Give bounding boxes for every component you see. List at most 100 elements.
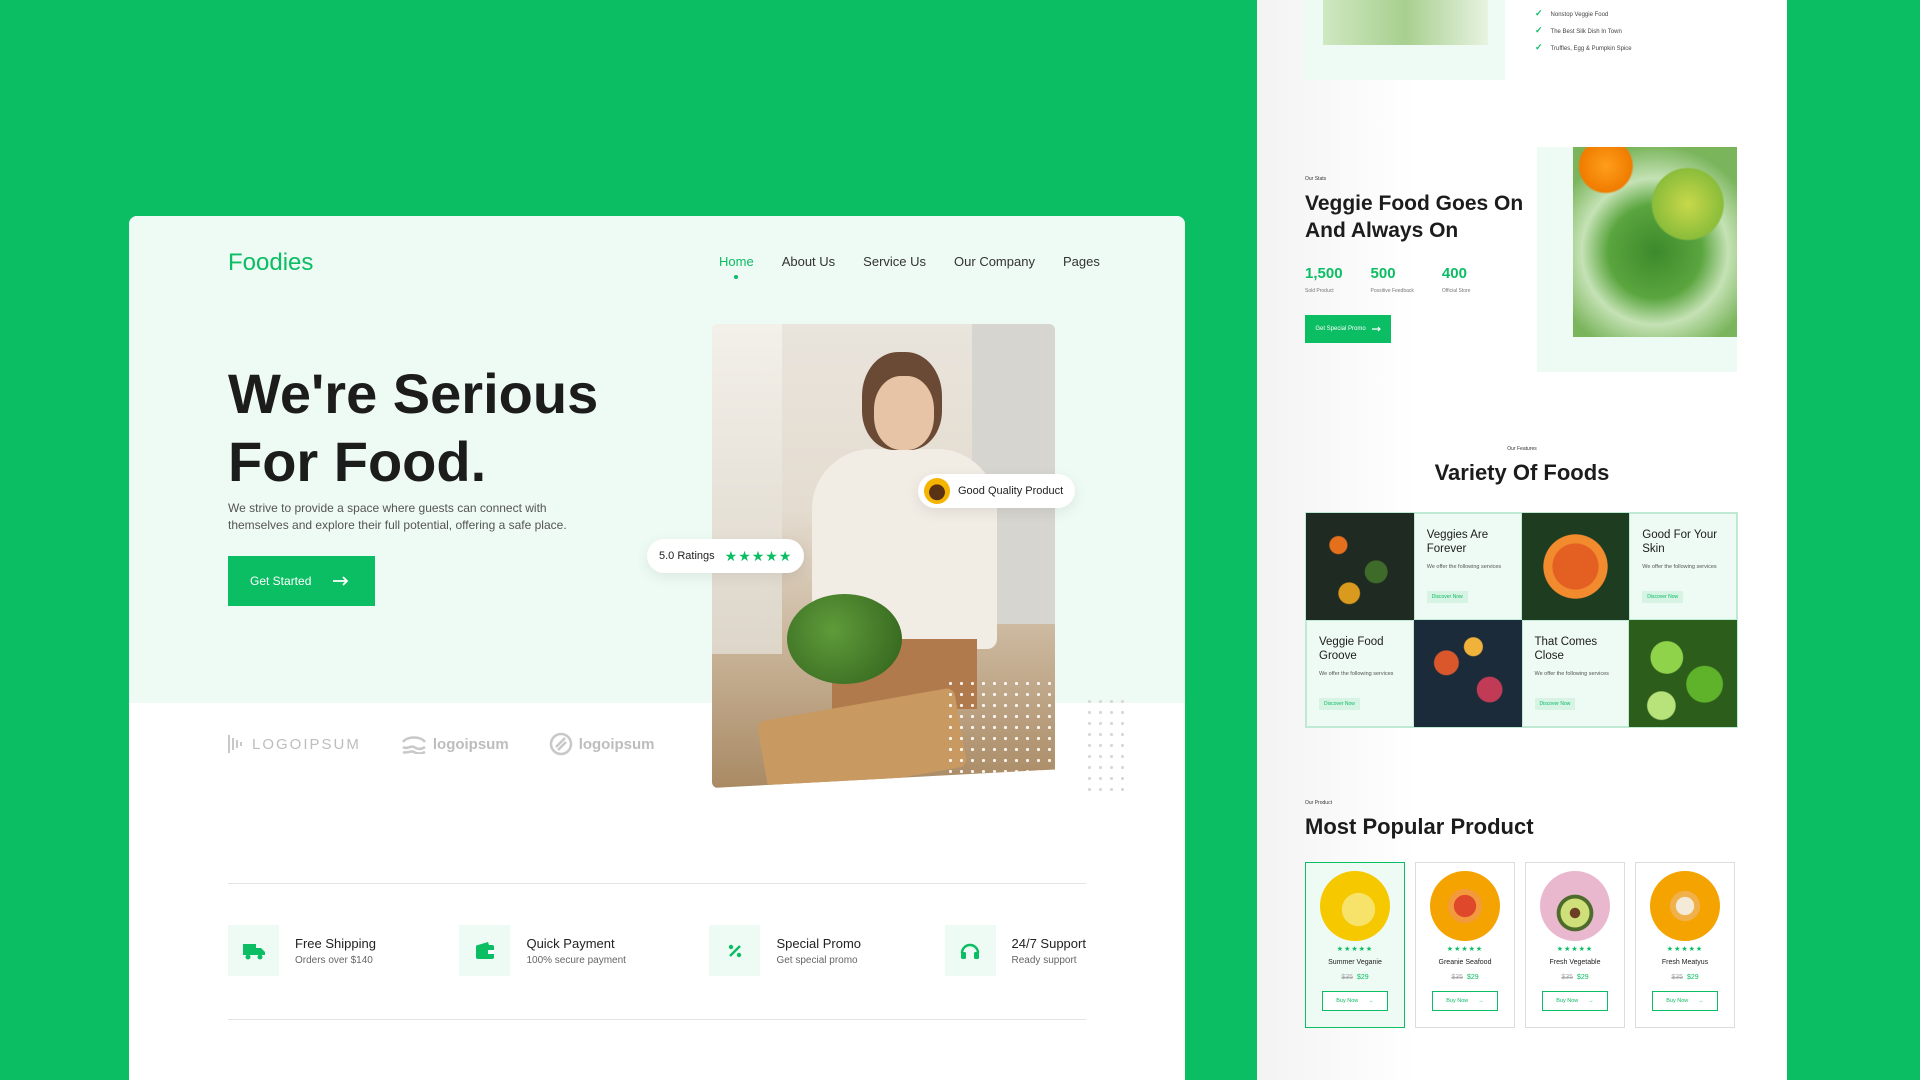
tile-comes-close: That Comes Close We offer the following … <box>1521 620 1630 727</box>
feature-subtitle: Orders over $140 <box>295 954 373 966</box>
avocado-image <box>1540 871 1610 941</box>
product-price: $35 $29 <box>1671 974 1699 981</box>
feature-support: 24/7 Support Ready support <box>944 925 1086 976</box>
feature-quick-payment: Quick Payment 100% secure payment <box>459 925 626 976</box>
arrow-right-icon: → <box>1368 998 1374 1004</box>
stats-row: 1,500 Sold Product 500 Possitive Feedbac… <box>1305 265 1470 294</box>
tile-title: Veggie Food Groove <box>1319 636 1384 662</box>
tile-title: That Comes Close <box>1534 636 1598 662</box>
tile-desc: We offer the following services <box>1426 564 1502 570</box>
variety-title: Variety Of Foods <box>1434 460 1610 485</box>
percent-icon <box>709 925 761 976</box>
feature-title: Special Promo <box>776 935 862 951</box>
partner-name-2: logoipsum <box>432 735 509 753</box>
quality-badge-label: Good Quality Product <box>958 485 1064 497</box>
banana-image <box>1320 871 1390 941</box>
stat-label: Official Store <box>1441 288 1471 294</box>
discover-now-button[interactable]: Discover Now <box>1319 698 1360 710</box>
product-card[interactable]: ★★★★★ Summer Veganie $35 $29 Buy Now → <box>1305 862 1405 1028</box>
stat-label: Possitive Feedback <box>1370 288 1414 294</box>
product-price: $35 $29 <box>1451 974 1479 981</box>
tile-desc: We offer the following services <box>1642 564 1717 570</box>
popular-title: Most Popular Product <box>1305 814 1534 839</box>
tile-image-papaya <box>1521 513 1630 620</box>
avatar <box>924 478 950 504</box>
product-price: $35 $29 <box>1341 974 1369 981</box>
stat-value: 500 <box>1370 265 1396 282</box>
rating-label: 5.0 Ratings <box>659 550 715 562</box>
feature-title: 24/7 Support <box>1011 935 1086 951</box>
divider-bottom <box>228 1019 1086 1020</box>
nav-service-us[interactable]: Service Us <box>863 254 926 269</box>
discover-now-button[interactable]: Discover Now <box>1642 591 1684 603</box>
green-smoothie-image <box>1573 147 1737 337</box>
get-special-promo-label: Get Special Promo <box>1315 326 1366 332</box>
buy-now-button[interactable]: Buy Now → <box>1652 991 1718 1011</box>
partner-name-3: logoipsum <box>578 735 655 753</box>
discover-now-button[interactable]: Discover Now <box>1534 698 1576 710</box>
tile-title: Good For Your Skin <box>1642 529 1718 555</box>
tile-title: Veggies Are Forever <box>1426 529 1489 555</box>
tile-desc: We offer the following services <box>1319 671 1394 677</box>
product-card[interactable]: ★★★★★ Greanie Seafood $35 $29 Buy Now → <box>1415 862 1515 1028</box>
get-started-button[interactable]: Get Started <box>228 556 375 606</box>
get-started-label: Get Started <box>250 574 312 588</box>
product-price: $35 $29 <box>1561 974 1589 981</box>
discover-now-button[interactable]: Discover Now <box>1426 591 1468 603</box>
product-card[interactable]: ★★★★★ Fresh Meatyus $35 $29 Buy Now → <box>1635 862 1735 1028</box>
feature-title: Free Shipping <box>295 935 376 951</box>
feature-subtitle: Ready support <box>1011 954 1077 966</box>
quality-badge: Good Quality Product <box>918 474 1076 508</box>
arrow-right-icon <box>1371 326 1381 332</box>
buy-now-button[interactable]: Buy Now → <box>1322 991 1388 1011</box>
top-food-image <box>1323 0 1488 45</box>
waves-logo-icon <box>401 736 426 754</box>
feature-free-shipping: Free Shipping Orders over $140 <box>228 925 376 976</box>
get-special-promo-button[interactable]: Get Special Promo <box>1305 315 1391 343</box>
site-logo[interactable]: Foodies <box>228 249 313 277</box>
headphones-icon <box>944 925 996 976</box>
stat-value: 1,500 <box>1305 265 1343 282</box>
tile-image-vegetables <box>1306 513 1414 620</box>
arrow-right-icon: → <box>1478 998 1484 1004</box>
star-icons: ★★★★★ <box>1336 946 1374 953</box>
variety-eyebrow: Our Features <box>1507 446 1537 452</box>
partner-logo-1: LOGOIPSUM <box>228 733 361 755</box>
buy-now-button[interactable]: Buy Now → <box>1432 991 1498 1011</box>
tile-desc: We offer the following services <box>1534 671 1609 677</box>
checklist-item: Nonstop Veggie Food <box>1535 6 1632 23</box>
product-name: Summer Veganie <box>1328 959 1382 966</box>
checklist: Nonstop Veggie Food The Best Silk Dish I… <box>1535 6 1632 57</box>
partner-name-1: LOGOIPSUM <box>252 735 361 753</box>
feature-special-promo: Special Promo Get special promo <box>709 925 861 976</box>
dot-pattern <box>945 678 1055 788</box>
arrow-right-icon: → <box>1588 998 1594 1004</box>
landing-page-sections-mockup: Nonstop Veggie Food The Best Silk Dish I… <box>1257 0 1787 1080</box>
rating-badge: 5.0 Ratings ★★★★★ <box>647 539 805 573</box>
star-icons: ★★★★★ <box>724 547 793 564</box>
papaya-image <box>1430 871 1500 941</box>
feature-title: Quick Payment <box>526 935 615 951</box>
nav-pages[interactable]: Pages <box>1063 254 1100 269</box>
stat-label: Sold Product <box>1305 288 1334 294</box>
hero-description: We strive to provide a space where guest… <box>228 501 567 532</box>
nav-home[interactable]: Home <box>719 254 754 279</box>
checklist-item: Truffles, Egg & Pumpkin Spice <box>1535 40 1632 57</box>
hero-title: We're Serious For Food. <box>228 360 668 496</box>
nav-our-company[interactable]: Our Company <box>954 254 1035 269</box>
star-icons: ★★★★★ <box>1666 946 1704 953</box>
hero-title-line-1: We're Serious <box>228 362 599 425</box>
features-row: Free Shipping Orders over $140 Quick Pay… <box>228 925 1086 976</box>
tile-good-for-skin: Good For Your Skin We offer the followin… <box>1629 513 1737 620</box>
variety-grid: Veggies Are Forever We offer the followi… <box>1305 512 1738 728</box>
arrow-right-icon: → <box>1698 998 1704 1004</box>
wallet-icon <box>459 925 511 976</box>
nav-about-us[interactable]: About Us <box>782 254 835 269</box>
landing-page-mockup: Foodies Home About Us Service Us Our Com… <box>129 216 1185 1080</box>
circle-logo-icon <box>549 732 572 756</box>
tile-image-limes <box>1629 620 1737 727</box>
truck-icon <box>228 925 279 976</box>
buy-now-button[interactable]: Buy Now → <box>1542 991 1608 1011</box>
star-icons: ★★★★★ <box>1556 946 1594 953</box>
product-card[interactable]: ★★★★★ Fresh Vegetable $35 $29 Buy Now → <box>1525 862 1625 1028</box>
